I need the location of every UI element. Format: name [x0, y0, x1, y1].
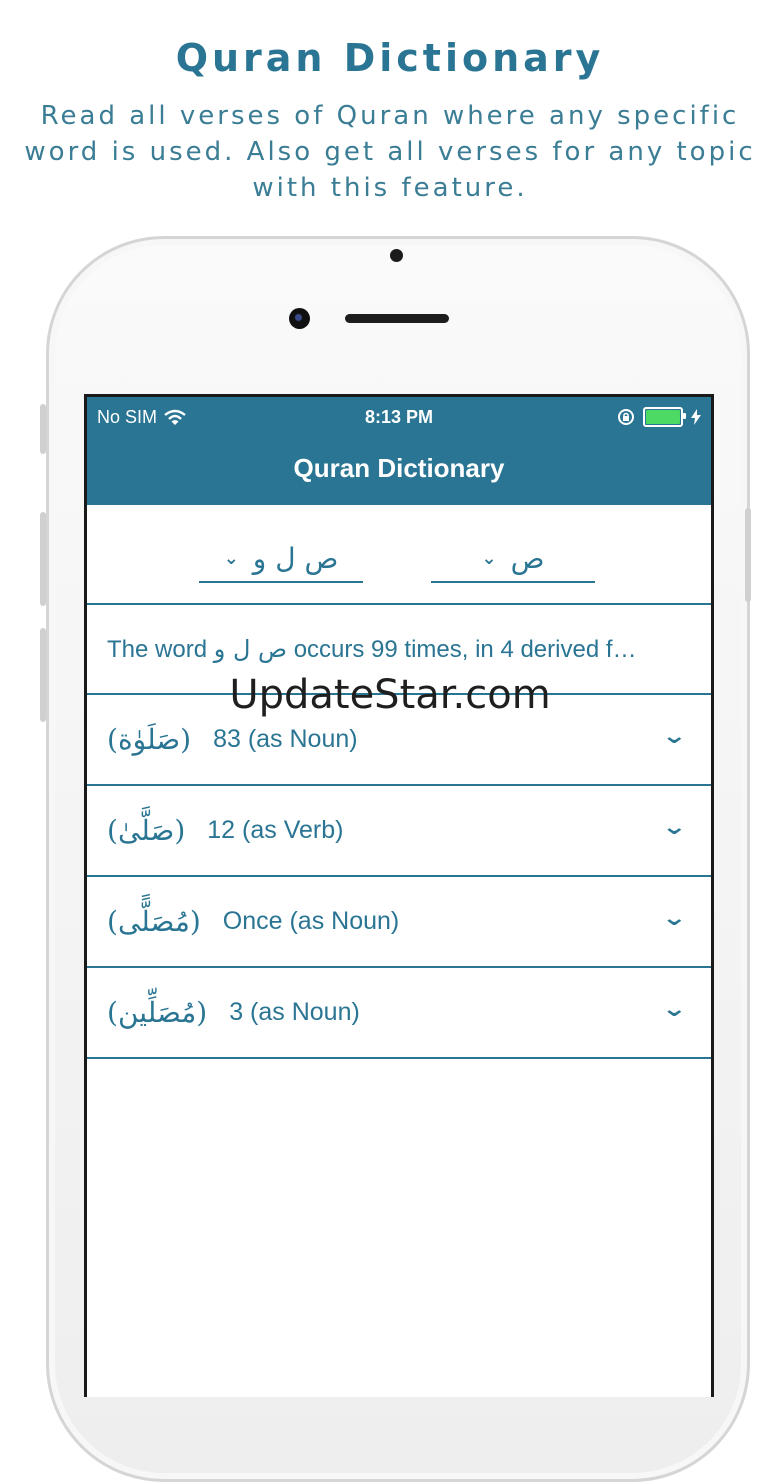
earpiece-speaker: [345, 314, 449, 323]
chevron-down-icon[interactable]: ⌄: [661, 723, 687, 749]
watermark: UpdateStar.com: [229, 672, 551, 718]
chevron-down-icon[interactable]: ⌄: [661, 996, 687, 1022]
power-button: [745, 508, 751, 602]
chevron-down-icon: ⌄: [481, 547, 497, 568]
proximity-sensor: [390, 249, 403, 262]
list-item[interactable]: (صَلَّىٰ) 12 (as Verb) ⌄: [87, 786, 711, 877]
front-camera: [289, 308, 310, 329]
form-count: 12 (as Verb): [207, 816, 344, 844]
form-arabic: (صَلَّىٰ): [107, 814, 186, 847]
chevron-down-icon[interactable]: ⌄: [661, 905, 687, 931]
chevron-down-icon[interactable]: ⌄: [661, 814, 687, 840]
chevron-down-icon: ⌄: [223, 547, 239, 568]
app-header: No SIM 8:13 PM Quran Dictionary: [87, 397, 711, 505]
form-arabic: (صَلَوٰة): [107, 723, 192, 756]
promo-title: Quran Dictionary: [175, 36, 605, 80]
app-title: Quran Dictionary: [293, 453, 505, 483]
mute-switch: [40, 404, 46, 454]
form-arabic: (مُصَلِّين): [107, 996, 208, 1029]
list-item[interactable]: (مُصَلًّى) Once (as Noun) ⌄: [87, 877, 711, 968]
list-item[interactable]: (مُصَلِّين) 3 (as Noun) ⌄: [87, 968, 711, 1059]
form-count: Once (as Noun): [222, 907, 400, 935]
battery-icon: [643, 407, 686, 427]
letter-select-value: ص: [510, 541, 545, 575]
root-selectors: ⌄ ص ل و ⌄ ص: [87, 505, 711, 605]
summary-text: The word ص ل و occurs 99 times, in 4 der…: [107, 634, 637, 663]
form-count: 3 (as Noun): [229, 998, 360, 1026]
root-select[interactable]: ⌄ ص ل و: [199, 535, 363, 583]
app-screen: No SIM 8:13 PM Quran Dictionary ⌄ ص ل و: [84, 394, 714, 1397]
form-arabic: (مُصَلًّى): [107, 905, 201, 938]
promo-subtitle: Read all verses of Quran where any speci…: [24, 101, 756, 203]
derived-forms-list: (صَلَوٰة) 83 (as Noun) ⌄ (صَلَّىٰ) 12 (a…: [87, 695, 711, 1059]
form-count: 83 (as Noun): [213, 725, 358, 753]
charging-icon: [691, 409, 701, 425]
status-right: [617, 407, 701, 427]
letter-select[interactable]: ⌄ ص: [431, 535, 595, 583]
root-select-value: ص ل و: [252, 541, 339, 575]
orientation-lock-icon: [618, 409, 634, 425]
volume-up-button: [40, 512, 46, 606]
